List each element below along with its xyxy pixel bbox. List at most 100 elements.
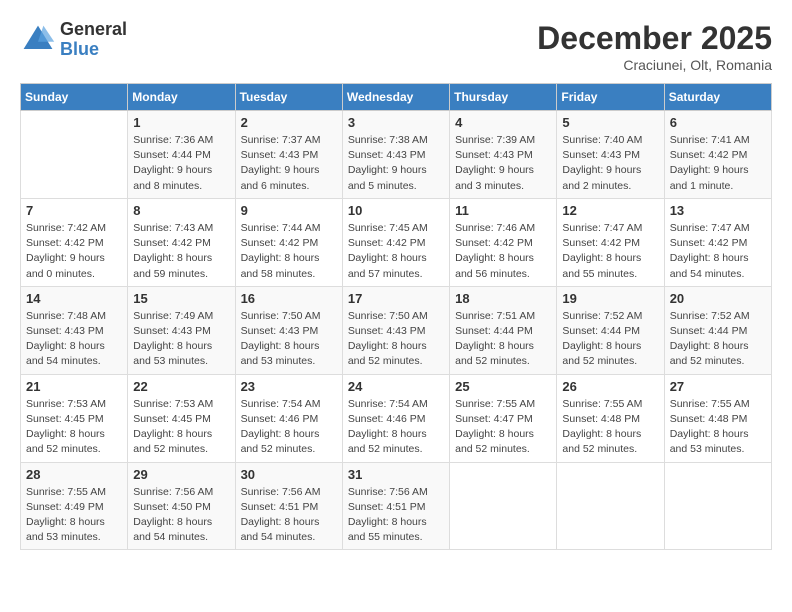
calendar-cell: 13 Sunrise: 7:47 AMSunset: 4:42 PMDayligh… — [664, 198, 771, 286]
calendar-cell: 18Sunrise: 7:51 AMSunset: 4:44 PMDayligh… — [450, 286, 557, 374]
calendar-cell: 4 Sunrise: 7:39 AMSunset: 4:43 PMDaylight… — [450, 111, 557, 199]
day-detail: Sunrise: 7:37 AMSunset: 4:43 PMDaylight:… — [241, 133, 337, 194]
day-number: 4 — [455, 115, 551, 130]
day-detail: Sunrise: 7:56 AMSunset: 4:50 PMDaylight:… — [133, 485, 229, 546]
weekday-header-sunday: Sunday — [21, 84, 128, 111]
day-detail: Sunrise: 7:56 AMSunset: 4:51 PMDaylight:… — [348, 485, 444, 546]
day-detail: Sunrise: 7:44 AMSunset: 4:42 PMDaylight:… — [241, 221, 337, 282]
location-text: Craciunei, Olt, Romania — [537, 57, 772, 73]
day-detail: Sunrise: 7:55 AMSunset: 4:48 PMDaylight:… — [670, 397, 766, 458]
calendar-cell — [450, 462, 557, 550]
calendar-cell: 30 Sunrise: 7:56 AMSunset: 4:51 PMDayligh… — [235, 462, 342, 550]
day-number: 20 — [670, 291, 766, 306]
calendar-cell — [557, 462, 664, 550]
day-detail: Sunrise: 7:52 AMSunset: 4:44 PMDaylight:… — [562, 309, 658, 370]
day-number: 29 — [133, 467, 229, 482]
day-number: 1 — [133, 115, 229, 130]
calendar-cell — [664, 462, 771, 550]
day-number: 12 — [562, 203, 658, 218]
day-number: 25 — [455, 379, 551, 394]
day-number: 11 — [455, 203, 551, 218]
day-detail: Sunrise: 7:50 AMSunset: 4:43 PMDaylight:… — [348, 309, 444, 370]
logo-icon — [20, 22, 56, 58]
calendar-cell: 14 Sunrise: 7:48 AMSunset: 4:43 PMDayligh… — [21, 286, 128, 374]
calendar-cell: 15Sunrise: 7:49 AMSunset: 4:43 PMDayligh… — [128, 286, 235, 374]
weekday-header-friday: Friday — [557, 84, 664, 111]
day-detail: Sunrise: 7:48 AMSunset: 4:43 PMDaylight:… — [26, 309, 122, 370]
day-detail: Sunrise: 7:40 AMSunset: 4:43 PMDaylight:… — [562, 133, 658, 194]
day-number: 15 — [133, 291, 229, 306]
calendar-cell: 21 Sunrise: 7:53 AMSunset: 4:45 PMDayligh… — [21, 374, 128, 462]
calendar-cell: 11 Sunrise: 7:46 AMSunset: 4:42 PMDayligh… — [450, 198, 557, 286]
day-detail: Sunrise: 7:38 AMSunset: 4:43 PMDaylight:… — [348, 133, 444, 194]
calendar-cell: 29 Sunrise: 7:56 AMSunset: 4:50 PMDayligh… — [128, 462, 235, 550]
day-number: 7 — [26, 203, 122, 218]
calendar-week-4: 21 Sunrise: 7:53 AMSunset: 4:45 PMDayligh… — [21, 374, 772, 462]
calendar-cell: 19 Sunrise: 7:52 AMSunset: 4:44 PMDayligh… — [557, 286, 664, 374]
day-number: 19 — [562, 291, 658, 306]
day-detail: Sunrise: 7:36 AMSunset: 4:44 PMDaylight:… — [133, 133, 229, 194]
day-detail: Sunrise: 7:43 AMSunset: 4:42 PMDaylight:… — [133, 221, 229, 282]
day-detail: Sunrise: 7:56 AMSunset: 4:51 PMDaylight:… — [241, 485, 337, 546]
weekday-header-tuesday: Tuesday — [235, 84, 342, 111]
calendar-cell: 5 Sunrise: 7:40 AMSunset: 4:43 PMDaylight… — [557, 111, 664, 199]
calendar-cell: 26Sunrise: 7:55 AMSunset: 4:48 PMDayligh… — [557, 374, 664, 462]
calendar-cell: 10Sunrise: 7:45 AMSunset: 4:42 PMDayligh… — [342, 198, 449, 286]
calendar-cell: 20 Sunrise: 7:52 AMSunset: 4:44 PMDayligh… — [664, 286, 771, 374]
day-number: 8 — [133, 203, 229, 218]
calendar-cell: 16Sunrise: 7:50 AMSunset: 4:43 PMDayligh… — [235, 286, 342, 374]
month-title: December 2025 — [537, 20, 772, 57]
day-number: 22 — [133, 379, 229, 394]
day-number: 14 — [26, 291, 122, 306]
calendar-week-2: 7 Sunrise: 7:42 AMSunset: 4:42 PMDaylight… — [21, 198, 772, 286]
day-number: 31 — [348, 467, 444, 482]
day-number: 13 — [670, 203, 766, 218]
day-detail: Sunrise: 7:55 AMSunset: 4:47 PMDaylight:… — [455, 397, 551, 458]
day-number: 16 — [241, 291, 337, 306]
day-detail: Sunrise: 7:54 AMSunset: 4:46 PMDaylight:… — [241, 397, 337, 458]
day-number: 9 — [241, 203, 337, 218]
calendar-cell — [21, 111, 128, 199]
day-detail: Sunrise: 7:47 AMSunset: 4:42 PMDaylight:… — [670, 221, 766, 282]
calendar-cell: 12Sunrise: 7:47 AMSunset: 4:42 PMDayligh… — [557, 198, 664, 286]
weekday-header-saturday: Saturday — [664, 84, 771, 111]
calendar-cell: 6Sunrise: 7:41 AMSunset: 4:42 PMDaylight… — [664, 111, 771, 199]
day-number: 26 — [562, 379, 658, 394]
calendar-cell: 1 Sunrise: 7:36 AMSunset: 4:44 PMDaylight… — [128, 111, 235, 199]
calendar-cell: 23 Sunrise: 7:54 AMSunset: 4:46 PMDayligh… — [235, 374, 342, 462]
calendar-week-1: 1 Sunrise: 7:36 AMSunset: 4:44 PMDaylight… — [21, 111, 772, 199]
calendar-week-3: 14 Sunrise: 7:48 AMSunset: 4:43 PMDayligh… — [21, 286, 772, 374]
day-detail: Sunrise: 7:54 AMSunset: 4:46 PMDaylight:… — [348, 397, 444, 458]
day-detail: Sunrise: 7:53 AMSunset: 4:45 PMDaylight:… — [133, 397, 229, 458]
calendar-cell: 8 Sunrise: 7:43 AMSunset: 4:42 PMDaylight… — [128, 198, 235, 286]
calendar-cell: 31 Sunrise: 7:56 AMSunset: 4:51 PMDayligh… — [342, 462, 449, 550]
day-number: 27 — [670, 379, 766, 394]
day-detail: Sunrise: 7:46 AMSunset: 4:42 PMDaylight:… — [455, 221, 551, 282]
day-detail: Sunrise: 7:39 AMSunset: 4:43 PMDaylight:… — [455, 133, 551, 194]
day-number: 21 — [26, 379, 122, 394]
day-detail: Sunrise: 7:53 AMSunset: 4:45 PMDaylight:… — [26, 397, 122, 458]
day-number: 28 — [26, 467, 122, 482]
calendar-week-5: 28Sunrise: 7:55 AMSunset: 4:49 PMDayligh… — [21, 462, 772, 550]
day-number: 24 — [348, 379, 444, 394]
day-number: 10 — [348, 203, 444, 218]
calendar-cell: 3Sunrise: 7:38 AMSunset: 4:43 PMDaylight… — [342, 111, 449, 199]
calendar-cell: 2 Sunrise: 7:37 AMSunset: 4:43 PMDaylight… — [235, 111, 342, 199]
day-detail: Sunrise: 7:42 AMSunset: 4:42 PMDaylight:… — [26, 221, 122, 282]
day-number: 23 — [241, 379, 337, 394]
calendar-cell: 22 Sunrise: 7:53 AMSunset: 4:45 PMDayligh… — [128, 374, 235, 462]
day-number: 5 — [562, 115, 658, 130]
page-header: General Blue December 2025 Craciunei, Ol… — [20, 20, 772, 73]
day-number: 30 — [241, 467, 337, 482]
logo-text: General Blue — [60, 20, 127, 60]
calendar-cell: 28Sunrise: 7:55 AMSunset: 4:49 PMDayligh… — [21, 462, 128, 550]
calendar-table: SundayMondayTuesdayWednesdayThursdayFrid… — [20, 83, 772, 550]
calendar-cell: 17Sunrise: 7:50 AMSunset: 4:43 PMDayligh… — [342, 286, 449, 374]
day-detail: Sunrise: 7:52 AMSunset: 4:44 PMDaylight:… — [670, 309, 766, 370]
day-detail: Sunrise: 7:51 AMSunset: 4:44 PMDaylight:… — [455, 309, 551, 370]
day-number: 6 — [670, 115, 766, 130]
calendar-cell: 9 Sunrise: 7:44 AMSunset: 4:42 PMDaylight… — [235, 198, 342, 286]
calendar-cell: 7 Sunrise: 7:42 AMSunset: 4:42 PMDaylight… — [21, 198, 128, 286]
calendar-header-row: SundayMondayTuesdayWednesdayThursdayFrid… — [21, 84, 772, 111]
day-number: 2 — [241, 115, 337, 130]
